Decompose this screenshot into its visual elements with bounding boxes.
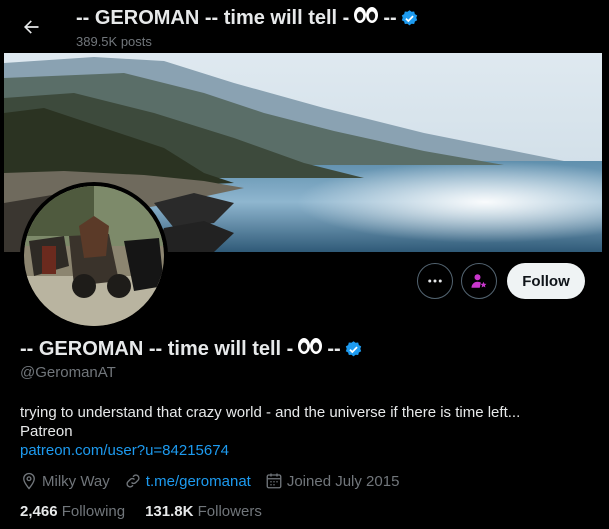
avatar[interactable] <box>20 182 168 330</box>
location: Milky Way <box>20 472 110 490</box>
more-button[interactable] <box>417 263 453 299</box>
calendar-icon <box>266 473 282 489</box>
back-button[interactable] <box>14 10 48 44</box>
subscribe-person-star-icon <box>471 274 487 288</box>
bio-patreon-text: Patreon <box>20 423 73 440</box>
following-link[interactable]: 2,466 Following <box>20 503 125 520</box>
profile-bio: trying to understand that crazy world - … <box>20 403 590 460</box>
bio-patreon-link[interactable]: patreon.com/user?u=84215674 <box>20 441 590 460</box>
website-link[interactable]: t.me/geromanat <box>146 473 251 490</box>
followers-label: Followers <box>197 503 262 520</box>
header-title-text: -- GEROMAN -- time will tell - <box>76 6 350 29</box>
joined-text: Joined July 2015 <box>286 472 400 490</box>
header-title-suffix: -- <box>383 6 397 29</box>
top-bar: -- GEROMAN -- time will tell - -- 389.5K… <box>0 0 609 53</box>
location-pin-icon <box>23 472 35 490</box>
following-count: 2,466 <box>20 503 58 520</box>
eyes-emoji-icon <box>353 6 379 30</box>
profile-name-text: -- GEROMAN -- time will tell - <box>20 337 294 360</box>
header-title: -- GEROMAN -- time will tell - -- <box>76 6 419 30</box>
avatar-photo-image <box>24 186 164 326</box>
followers-link[interactable]: 131.8K Followers <box>145 503 262 520</box>
bio-text: trying to understand that crazy world - … <box>20 404 521 421</box>
verified-badge-icon <box>401 9 417 25</box>
eyes-emoji-icon <box>297 337 323 361</box>
location-text: Milky Way <box>42 472 110 490</box>
back-arrow-icon <box>24 20 39 34</box>
joined-date: Joined July 2015 <box>265 472 400 490</box>
subscribe-button[interactable] <box>461 263 497 299</box>
profile-handle: @GeromanAT <box>20 364 116 381</box>
followers-count: 131.8K <box>145 503 194 520</box>
posts-count: 389.5K posts <box>76 34 152 49</box>
more-dots-icon <box>428 279 442 283</box>
profile-name: -- GEROMAN -- time will tell - -- <box>20 337 363 361</box>
profile-meta: Milky Way t.me/geromanat Joined July 201… <box>20 472 413 490</box>
profile-name-suffix: -- <box>327 337 341 360</box>
website: t.me/geromanat <box>124 472 251 490</box>
following-label: Following <box>61 503 126 520</box>
profile-stats: 2,466 Following 131.8K Followers <box>20 503 282 520</box>
follow-button[interactable]: Follow <box>507 263 585 299</box>
link-icon <box>126 474 140 488</box>
verified-badge-icon[interactable] <box>344 340 363 359</box>
